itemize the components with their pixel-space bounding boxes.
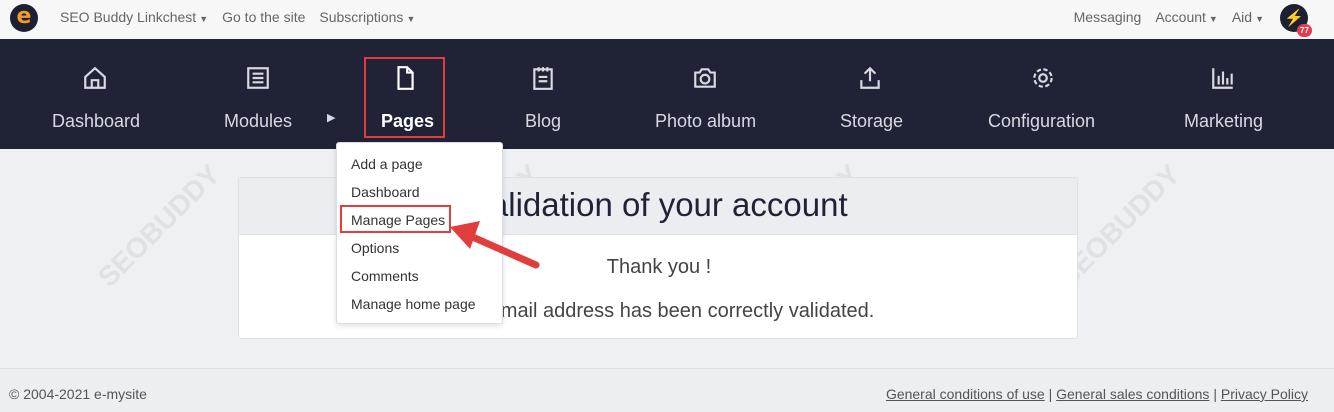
nav-label: Modules bbox=[224, 111, 293, 131]
nav-label: Marketing bbox=[1184, 111, 1264, 131]
nav-marketing[interactable]: Marketing bbox=[1175, 39, 1275, 149]
nav-configuration[interactable]: Configuration bbox=[980, 39, 1105, 149]
goto-site-link[interactable]: Go to the site bbox=[222, 9, 305, 25]
aid-menu[interactable]: Aid ▼ bbox=[1232, 9, 1264, 25]
menu-item-options[interactable]: Options bbox=[351, 240, 399, 256]
nav-blog[interactable]: Blog bbox=[510, 39, 576, 149]
footer-links: General conditions of use | General sale… bbox=[886, 386, 1308, 402]
camera-icon bbox=[694, 68, 716, 88]
main-nav: Dashboard Modules ▶ Pages Blog Photo alb… bbox=[0, 39, 1334, 149]
menu-item-add-page[interactable]: Add a page bbox=[351, 156, 423, 172]
menu-item-dashboard[interactable]: Dashboard bbox=[351, 184, 420, 200]
bar-chart-icon bbox=[1212, 68, 1233, 89]
link-separator: | bbox=[1213, 386, 1217, 402]
aid-label: Aid bbox=[1231, 9, 1253, 25]
terms-of-use-link[interactable]: General conditions of use bbox=[886, 386, 1045, 402]
notepad-icon bbox=[533, 67, 553, 90]
list-icon bbox=[247, 67, 269, 89]
upload-icon bbox=[860, 66, 880, 89]
privacy-policy-link[interactable]: Privacy Policy bbox=[1221, 386, 1308, 402]
chevron-down-icon: ▼ bbox=[406, 14, 416, 24]
link-separator: | bbox=[1048, 386, 1053, 402]
subscriptions-menu[interactable]: Subscriptions ▼ bbox=[319, 9, 415, 25]
gear-icon bbox=[1033, 68, 1053, 88]
nav-label: Dashboard bbox=[52, 111, 141, 131]
nav-photo-album[interactable]: Photo album bbox=[648, 39, 762, 149]
home-icon bbox=[84, 66, 106, 89]
nav-label: Storage bbox=[840, 111, 904, 131]
app-logo[interactable]: e bbox=[10, 4, 38, 32]
footer: © 2004-2021 e-mysite General conditions … bbox=[0, 368, 1334, 412]
chevron-right-icon: ▶ bbox=[327, 112, 336, 124]
pages-highlight-box bbox=[364, 57, 445, 138]
manage-pages-highlight-box bbox=[340, 205, 451, 233]
site-menu-label: SEO Buddy Linkchest bbox=[60, 9, 197, 25]
nav-modules[interactable]: Modules bbox=[210, 39, 305, 149]
notification-badge: 77 bbox=[1297, 24, 1312, 37]
subscriptions-label: Subscriptions bbox=[319, 9, 404, 25]
nav-label: Configuration bbox=[988, 111, 1096, 131]
chevron-down-icon: ▼ bbox=[1255, 14, 1264, 24]
site-menu[interactable]: SEO Buddy Linkchest ▼ bbox=[60, 9, 208, 25]
watermark: SEOBUDDY bbox=[91, 158, 227, 293]
logo-letter: e bbox=[16, 3, 32, 29]
sales-conditions-link[interactable]: General sales conditions bbox=[1056, 386, 1209, 402]
menu-item-comments[interactable]: Comments bbox=[351, 268, 419, 284]
account-menu[interactable]: Account ▼ bbox=[1155, 9, 1218, 25]
nav-dashboard[interactable]: Dashboard bbox=[40, 39, 150, 149]
nav-label: Photo album bbox=[655, 111, 757, 131]
nav-label: Blog bbox=[525, 111, 562, 131]
menu-item-manage-home-page[interactable]: Manage home page bbox=[351, 296, 476, 312]
annotation-arrow-icon bbox=[450, 221, 540, 269]
chevron-down-icon: ▼ bbox=[1208, 14, 1218, 24]
copyright: © 2004-2021 e-mysite bbox=[9, 386, 147, 402]
top-bar: e SEO Buddy Linkchest ▼ Go to the site Su… bbox=[0, 0, 1334, 39]
chevron-down-icon: ▼ bbox=[199, 14, 209, 24]
account-label: Account bbox=[1155, 9, 1206, 25]
nav-storage[interactable]: Storage bbox=[830, 39, 910, 149]
messaging-link[interactable]: Messaging bbox=[1074, 9, 1142, 25]
